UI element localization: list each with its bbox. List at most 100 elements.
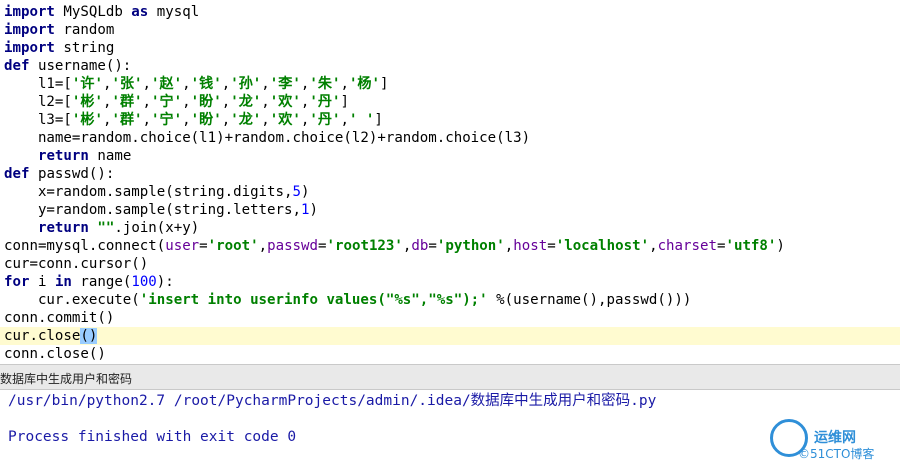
- code-line[interactable]: y=random.sample(string.letters,1): [4, 201, 318, 219]
- code-token: string: [54, 40, 115, 56]
- code-token: random: [54, 22, 115, 38]
- code-token: cur=conn.cursor(): [4, 256, 149, 272]
- code-line[interactable]: import string: [4, 39, 114, 57]
- code-token: name=random.choice(l1)+random.choice(l2)…: [4, 130, 531, 146]
- code-token: '张': [111, 76, 143, 92]
- code-editor[interactable]: import MySQLdb as mysql import random impo…: [0, 0, 900, 364]
- code-token: '彬': [71, 112, 103, 128]
- code-line[interactable]: cur=conn.cursor(): [4, 255, 148, 273]
- code-token: import: [4, 40, 55, 56]
- code-line[interactable]: for i in range(100):: [4, 273, 174, 291]
- code-token: db: [411, 238, 429, 254]
- code-token: conn.close(): [4, 346, 106, 362]
- code-token: ,: [258, 238, 268, 254]
- code-token: ,: [261, 76, 270, 92]
- code-token: =: [318, 238, 327, 254]
- code-token: ,: [340, 112, 349, 128]
- code-line[interactable]: cur.execute('insert into userinfo values…: [4, 291, 691, 309]
- code-token: 100: [131, 274, 157, 290]
- code-token: '群': [111, 112, 143, 128]
- code-line[interactable]: import random: [4, 21, 114, 39]
- code-token: '欢': [269, 112, 301, 128]
- code-token: ,: [261, 112, 270, 128]
- code-line[interactable]: l2=['彬','群','宁','盼','龙','欢','丹']: [4, 93, 349, 111]
- code-token: as: [131, 4, 149, 20]
- code-token: charset: [657, 238, 717, 254]
- code-line[interactable]: conn.close(): [4, 345, 106, 363]
- code-token: '朱': [309, 76, 341, 92]
- code-token: ,: [221, 76, 231, 92]
- code-token: mysql: [148, 4, 200, 20]
- code-token: ,: [142, 94, 152, 110]
- run-tab-title[interactable]: 数据库中生成用户和密码: [0, 370, 132, 387]
- code-token: ,: [142, 112, 152, 128]
- code-token: ]: [340, 94, 349, 110]
- code-token: '宁': [151, 94, 183, 110]
- watermark-top-text: 运维网: [814, 430, 856, 446]
- code-token: x=random.sample(string.digits,: [4, 184, 293, 200]
- code-line[interactable]: def passwd():: [4, 165, 114, 183]
- watermark-bottom-text: ©51CTO博客: [798, 447, 875, 461]
- code-token: '赵': [151, 76, 183, 92]
- code-token: ]: [374, 112, 383, 128]
- code-token: ,: [182, 112, 191, 128]
- code-token: 'utf8': [725, 238, 777, 254]
- code-token: ):: [156, 274, 174, 290]
- code-line[interactable]: name=random.choice(l1)+random.choice(l2)…: [4, 129, 530, 147]
- code-token: conn.commit(): [4, 310, 115, 326]
- code-token: ' ': [348, 112, 375, 128]
- code-token: l1=[: [4, 76, 72, 92]
- code-token: return: [37, 148, 89, 164]
- code-token: =: [428, 238, 437, 254]
- code-line[interactable]: return "".join(x+y): [4, 219, 199, 237]
- code-line[interactable]: l1=['许','张','赵','钱','孙','李','朱','杨']: [4, 75, 389, 93]
- code-token: '许': [71, 76, 103, 92]
- code-line[interactable]: conn=mysql.connect(user='root',passwd='r…: [4, 237, 785, 255]
- code-token: ,: [340, 76, 349, 92]
- code-token: range(: [71, 274, 132, 290]
- code-token: y=random.sample(string.letters,: [4, 202, 301, 218]
- code-token: in: [54, 274, 72, 290]
- code-token: 'root123': [326, 238, 403, 254]
- code-token: ,: [504, 238, 514, 254]
- code-token: ,: [649, 238, 658, 254]
- code-token: '李': [269, 76, 301, 92]
- code-token: ): [776, 238, 785, 254]
- code-line[interactable]: def username():: [4, 57, 131, 75]
- code-token: '杨': [348, 76, 381, 92]
- code-token: '丹': [309, 112, 341, 128]
- code-token: ,: [182, 76, 191, 92]
- code-line[interactable]: import MySQLdb as mysql: [4, 3, 199, 21]
- code-token: 'python': [436, 238, 505, 254]
- run-console[interactable]: /usr/bin/python2.7 /root/PycharmProjects…: [0, 390, 900, 469]
- code-token: MySQLdb: [54, 4, 132, 20]
- code-token: user: [165, 238, 200, 254]
- code-token: ,: [221, 112, 231, 128]
- code-token: ,: [142, 76, 152, 92]
- code-token: return: [37, 220, 89, 236]
- code-token: '盼': [190, 94, 222, 110]
- code-token: i: [29, 274, 55, 290]
- code-token: 'root': [207, 238, 259, 254]
- code-line[interactable]: x=random.sample(string.digits,5): [4, 183, 310, 201]
- code-token: 'localhost': [555, 238, 650, 254]
- code-token: (): [80, 328, 98, 344]
- code-token: =: [547, 238, 556, 254]
- code-token: for: [4, 274, 30, 290]
- code-token: l2=[: [4, 94, 72, 110]
- code-token: '龙': [230, 112, 262, 128]
- code-line[interactable]: return name: [4, 147, 131, 165]
- code-line[interactable]: cur.close(): [0, 327, 900, 345]
- code-token: name: [88, 148, 132, 164]
- code-line[interactable]: conn.commit(): [4, 309, 114, 327]
- code-token: ,: [182, 94, 191, 110]
- code-token: '盼': [190, 112, 222, 128]
- code-token: ,: [221, 94, 231, 110]
- code-token: %(username(),passwd())): [487, 292, 692, 308]
- code-token: '宁': [151, 112, 183, 128]
- code-line[interactable]: l3=['彬','群','宁','盼','龙','欢','丹',' ']: [4, 111, 383, 129]
- console-exit-message: Process finished with exit code 0: [8, 429, 297, 445]
- code-token: l3=[: [4, 112, 72, 128]
